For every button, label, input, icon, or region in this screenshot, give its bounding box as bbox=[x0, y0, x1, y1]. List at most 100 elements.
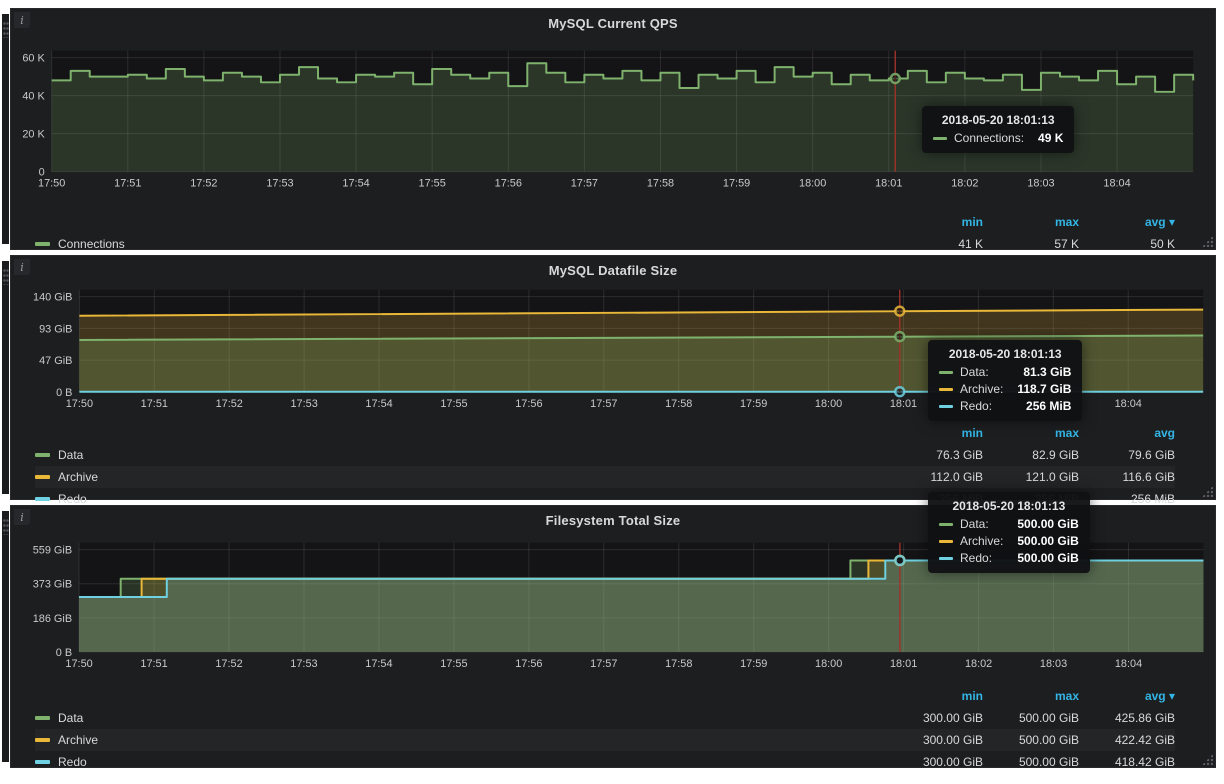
x-axis-tick: 18:01 bbox=[875, 178, 902, 190]
legend-avg-value: 79.6 GiB bbox=[1079, 448, 1175, 462]
row-drag-handle[interactable] bbox=[2, 261, 9, 494]
tooltip-timestamp: 2018-05-20 18:01:13 bbox=[939, 499, 1079, 513]
legend-min-value: 300.00 GiB bbox=[887, 755, 983, 769]
x-axis-tick: 18:00 bbox=[815, 398, 842, 410]
legend-series-connections[interactable]: Connections bbox=[35, 237, 887, 251]
x-axis-tick: 18:04 bbox=[1115, 658, 1142, 670]
legend-header: minmaxavg ▾ bbox=[35, 211, 1175, 233]
row-drag-handle[interactable] bbox=[2, 511, 9, 762]
x-axis-tick: 17:50 bbox=[65, 658, 92, 670]
x-axis-tick: 17:58 bbox=[665, 398, 692, 410]
tooltip-series-value: 118.7 GiB bbox=[1003, 382, 1071, 396]
legend: minmaxavg ▾Connections41 K57 K50 K bbox=[35, 211, 1175, 255]
x-axis-tick: 17:58 bbox=[665, 658, 692, 670]
legend-max-value: 121.0 GiB bbox=[983, 470, 1079, 484]
series-color-dash-icon bbox=[933, 137, 947, 140]
row-drag-handle[interactable] bbox=[2, 14, 9, 244]
series-color-dash-icon bbox=[35, 760, 50, 764]
x-axis-tick: 17:52 bbox=[190, 178, 217, 190]
tooltip-series-label: Data: bbox=[960, 517, 989, 531]
tooltip: 2018-05-20 18:01:13 Connections:49 K bbox=[922, 106, 1074, 153]
x-axis-tick: 17:58 bbox=[647, 178, 674, 190]
tooltip-series-label: Redo: bbox=[960, 399, 992, 413]
tooltip-row: Archive:500.00 GiB bbox=[939, 534, 1079, 548]
legend-header: minmaxavg bbox=[35, 422, 1175, 444]
legend-avg-value: 422.42 GiB bbox=[1079, 733, 1175, 747]
x-axis-tick: 18:04 bbox=[1103, 178, 1130, 190]
grafana-dashboard: i MySQL Current QPS 17:5017:5117:5217:53… bbox=[0, 0, 1224, 784]
x-axis-tick: 18:03 bbox=[1040, 658, 1067, 670]
x-axis-tick: 18:04 bbox=[1115, 398, 1142, 410]
series-color-dash-icon bbox=[939, 540, 953, 543]
drag-dots-icon bbox=[3, 22, 9, 38]
series-color-dash-icon bbox=[35, 453, 50, 457]
series-color-dash-icon bbox=[35, 716, 50, 720]
series-color-dash-icon bbox=[939, 557, 953, 560]
tooltip-timestamp: 2018-05-20 18:01:13 bbox=[939, 347, 1071, 361]
legend-series-redo[interactable]: Redo bbox=[35, 492, 887, 506]
legend-sort-max[interactable]: max bbox=[983, 689, 1079, 703]
x-axis-tick: 17:51 bbox=[140, 658, 167, 670]
tooltip-series-label: Data: bbox=[960, 365, 989, 379]
legend-avg-value: 425.86 GiB bbox=[1079, 711, 1175, 725]
legend-min-value: 300.00 GiB bbox=[887, 711, 983, 725]
tooltip-series-value: 49 K bbox=[1024, 131, 1063, 145]
legend-series-data[interactable]: Data bbox=[35, 448, 887, 462]
legend-series-archive[interactable]: Archive bbox=[35, 733, 887, 747]
legend-max-value: 500.00 GiB bbox=[983, 755, 1079, 769]
legend-sort-avg[interactable]: avg ▾ bbox=[1079, 215, 1175, 229]
x-axis-tick: 18:01 bbox=[890, 658, 917, 670]
x-axis-tick: 18:01 bbox=[890, 398, 917, 410]
tooltip-timestamp: 2018-05-20 18:01:13 bbox=[933, 113, 1063, 127]
x-axis-tick: 17:51 bbox=[114, 178, 141, 190]
crosshair-marker bbox=[891, 74, 900, 83]
legend-sort-avg[interactable]: avg ▾ bbox=[1079, 689, 1175, 703]
tooltip-row: Data: 81.3 GiB bbox=[939, 365, 1071, 379]
legend-min-value: 300.00 GiB bbox=[887, 733, 983, 747]
x-axis-tick: 17:55 bbox=[440, 658, 467, 670]
tooltip: 2018-05-20 18:01:13 Data:500.00 GiBArchi… bbox=[928, 492, 1090, 573]
tooltip-row: Data:500.00 GiB bbox=[939, 517, 1079, 531]
legend-sort-avg[interactable]: avg bbox=[1079, 426, 1175, 440]
legend-avg-value: 116.6 GiB bbox=[1079, 470, 1175, 484]
y-axis-tick: 47 GiB bbox=[39, 355, 72, 367]
legend-min-value: 41 K bbox=[887, 237, 983, 251]
legend-sort-min[interactable]: min bbox=[887, 426, 983, 440]
y-axis-tick: 140 GiB bbox=[33, 292, 72, 304]
legend-sort-max[interactable]: max bbox=[983, 426, 1079, 440]
series-color-dash-icon bbox=[35, 475, 50, 479]
legend-max-value: 500.00 GiB bbox=[983, 711, 1079, 725]
crosshair-marker bbox=[895, 332, 904, 341]
crosshair-marker bbox=[895, 307, 904, 316]
legend-sort-max[interactable]: max bbox=[983, 215, 1079, 229]
tooltip: 2018-05-20 18:01:13 Data:81.3 GiBArchive… bbox=[928, 340, 1082, 421]
legend-sort-min[interactable]: min bbox=[887, 215, 983, 229]
legend-row-archive: Archive112.0 GiB121.0 GiB116.6 GiB bbox=[35, 466, 1175, 488]
x-axis-tick: 17:57 bbox=[590, 658, 617, 670]
legend-avg-value: 418.42 GiB bbox=[1079, 755, 1175, 769]
x-axis-tick: 17:55 bbox=[419, 178, 446, 190]
legend-series-data[interactable]: Data bbox=[35, 711, 887, 725]
x-axis-tick: 17:54 bbox=[365, 398, 392, 410]
y-axis-tick: 60 K bbox=[22, 53, 45, 65]
x-axis-tick: 17:55 bbox=[440, 398, 467, 410]
tooltip-series-value: 500.00 GiB bbox=[1003, 534, 1078, 548]
y-axis-tick: 0 B bbox=[56, 387, 72, 399]
x-axis-tick: 17:57 bbox=[571, 178, 598, 190]
crosshair-marker bbox=[895, 556, 904, 565]
tooltip-series-value: 81.3 GiB bbox=[1009, 365, 1071, 379]
tooltip-series-label: Archive: bbox=[960, 534, 1003, 548]
legend-series-archive[interactable]: Archive bbox=[35, 470, 887, 484]
series-color-dash-icon bbox=[35, 738, 50, 742]
x-axis-tick: 17:50 bbox=[38, 178, 65, 190]
x-axis-tick: 17:54 bbox=[342, 178, 369, 190]
legend-sort-min[interactable]: min bbox=[887, 689, 983, 703]
x-axis-tick: 17:54 bbox=[365, 658, 392, 670]
drag-dots-icon bbox=[3, 519, 9, 535]
x-axis-tick: 17:56 bbox=[515, 398, 542, 410]
legend-max-value: 82.9 GiB bbox=[983, 448, 1079, 462]
legend-series-redo[interactable]: Redo bbox=[35, 755, 887, 769]
series-color-dash-icon bbox=[939, 388, 953, 391]
x-axis-tick: 18:02 bbox=[951, 178, 978, 190]
x-axis-tick: 17:56 bbox=[515, 658, 542, 670]
